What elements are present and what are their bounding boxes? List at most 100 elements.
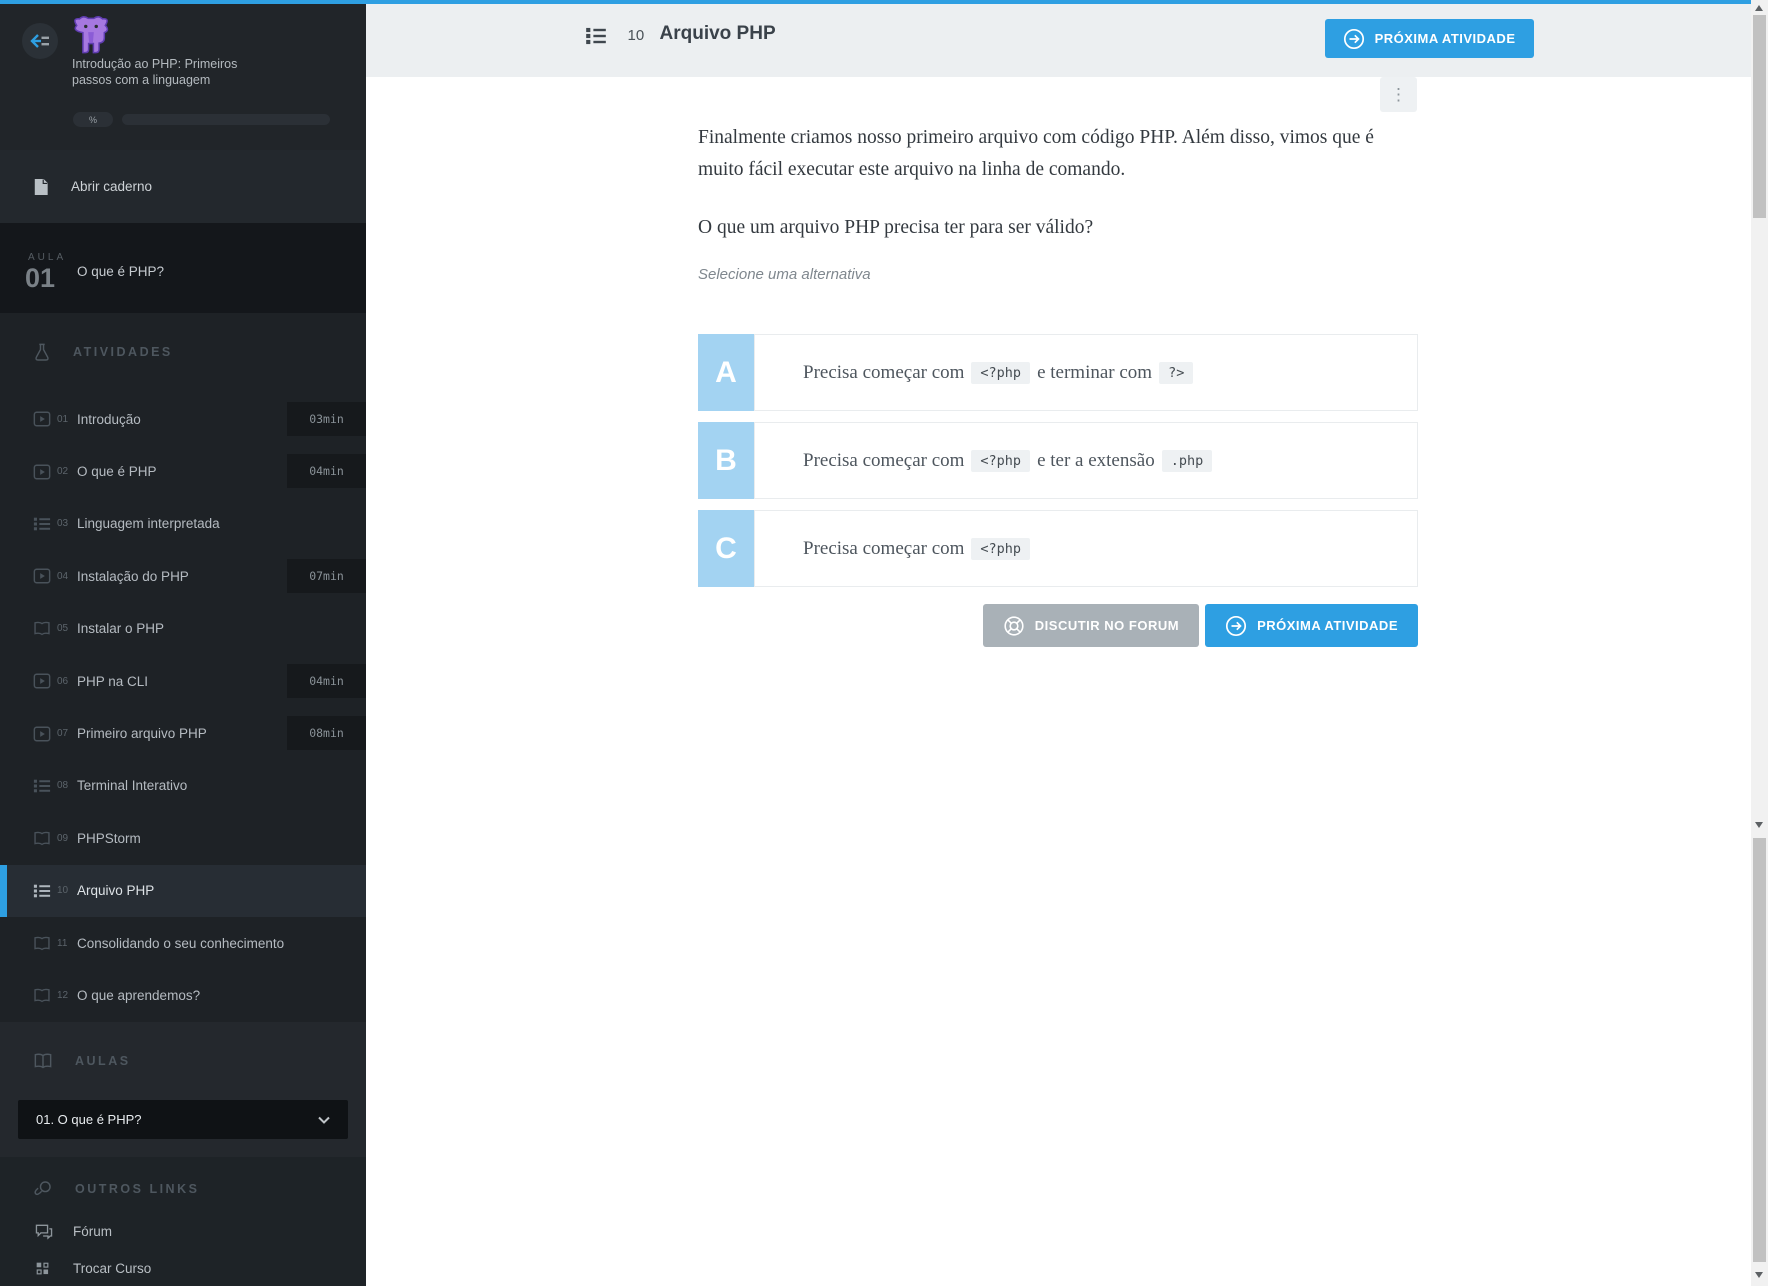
sidebar-activity-item[interactable]: 08 Terminal Interativo xyxy=(0,760,366,812)
activity-number: 06 xyxy=(57,675,69,687)
code-chip: <?php xyxy=(971,449,1031,472)
actions-row: DISCUTIR NO FORUM PRÓXIMA ATIVIDADE xyxy=(698,604,1418,647)
option-text: Precisa começar com xyxy=(803,537,965,559)
video-icon xyxy=(33,410,53,428)
activities-header-label: ATIVIDADES xyxy=(73,345,173,359)
book-icon xyxy=(33,830,53,847)
sidebar-item-open-notebook[interactable]: Abrir caderno xyxy=(0,150,366,223)
sidebar-activity-item[interactable]: 05 Instalar o PHP xyxy=(0,603,366,655)
progress-percent-badge: % xyxy=(73,112,113,127)
sidebar-activity-item[interactable]: 01 Introdução 03min xyxy=(0,393,366,445)
sidebar-activity-item[interactable]: 02 O que é PHP 04min xyxy=(0,445,366,497)
main-content: 10 Arquivo PHP PRÓXIMA ATIVIDADE ⋮ Final… xyxy=(366,0,1751,1286)
scroll-up-arrow[interactable] xyxy=(1755,5,1763,11)
question-intro-text: Finalmente criamos nosso primeiro arquiv… xyxy=(698,127,1374,180)
activity-label: O que aprendemos? xyxy=(77,987,201,1003)
lesson-number: 01 xyxy=(25,263,56,293)
sidebar-activity-item[interactable]: 10 Arquivo PHP xyxy=(0,864,366,918)
option-text: Precisa começar com xyxy=(803,361,965,383)
open-notebook-label: Abrir caderno xyxy=(71,179,153,194)
question-area: Finalmente criamos nosso primeiro arquiv… xyxy=(698,77,1418,647)
sidebar-activity-item[interactable]: 09 PHPStorm xyxy=(0,812,366,864)
sidebar-activity-item[interactable]: 03 Linguagem interpretada xyxy=(0,498,366,550)
video-icon xyxy=(33,672,53,690)
answer-option[interactable]: B Precisa começar com <?php e ter a extens… xyxy=(698,422,1418,499)
sidebar-activity-item[interactable]: 07 Primeiro arquivo PHP 08min xyxy=(0,707,366,759)
scrollbar-thumb[interactable] xyxy=(1753,838,1766,1262)
sidebar-activity-item[interactable]: 11 Consolidando o seu conhecimento xyxy=(0,917,366,969)
grid-icon xyxy=(35,1261,55,1276)
sidebar-activity-item[interactable]: 12 O que aprendemos? xyxy=(0,969,366,1021)
answer-option[interactable]: C Precisa começar com <?php xyxy=(698,510,1418,587)
list-icon xyxy=(33,882,53,900)
lesson-kicker: AULA xyxy=(28,252,67,263)
activity-duration-badge: 03min xyxy=(287,402,366,436)
activity-label: Introdução xyxy=(77,411,141,427)
list-icon xyxy=(33,777,53,795)
option-letter: A xyxy=(698,334,754,411)
chevron-down-icon xyxy=(318,1116,330,1124)
activity-header: 10 Arquivo PHP PRÓXIMA ATIVIDADE xyxy=(366,0,1751,77)
activity-label: Instalação do PHP xyxy=(77,568,189,584)
sidebar-activity-item[interactable]: 04 Instalação do PHP 07min xyxy=(0,550,366,602)
scroll-down-arrow[interactable] xyxy=(1755,1272,1763,1278)
collapse-sidebar-button[interactable] xyxy=(22,23,58,59)
flask-icon xyxy=(33,343,51,362)
book-icon xyxy=(33,935,53,952)
activity-number: 01 xyxy=(57,413,69,425)
php-elephant-logo xyxy=(70,15,112,55)
arrow-right-circle-icon xyxy=(1343,28,1365,50)
option-body: Precisa começar com <?php xyxy=(754,510,1418,587)
sidebar-item-switch-course[interactable]: Trocar Curso xyxy=(0,1252,366,1285)
lesson-select-value: 01. O que é PHP? xyxy=(36,1112,142,1127)
activity-label: Linguagem interpretada xyxy=(77,516,220,532)
activity-label: PHP na CLI xyxy=(77,673,149,689)
list-icon xyxy=(584,24,608,48)
option-text: e ter a extensão xyxy=(1037,449,1155,471)
chat-icon xyxy=(35,1224,55,1240)
option-letter: B xyxy=(698,422,754,499)
arrow-left-icon xyxy=(29,33,51,49)
question-text: O que um arquivo PHP precisa ter para se… xyxy=(698,217,1094,238)
activity-duration-badge: 08min xyxy=(287,716,366,751)
answer-option[interactable]: A Precisa começar com <?php e terminar com… xyxy=(698,334,1418,411)
app-window: Introdução ao PHP: Primeiros passos com … xyxy=(0,0,1768,1286)
activity-number: 03 xyxy=(57,518,69,530)
activity-number: 08 xyxy=(57,780,69,792)
list-icon xyxy=(33,515,53,533)
code-chip: ?> xyxy=(1159,361,1194,384)
lesson-title: O que é PHP? xyxy=(77,264,165,279)
code-chip: <?php xyxy=(971,537,1031,560)
scroll-down-arrow[interactable] xyxy=(1755,822,1763,828)
top-accent-bar xyxy=(0,0,1768,4)
activity-number: 09 xyxy=(57,832,69,844)
lifebuoy-icon xyxy=(1003,615,1025,637)
scrollbar-thumb[interactable] xyxy=(1753,15,1766,218)
lesson-select-dropdown[interactable]: 01. O que é PHP? xyxy=(18,1100,348,1139)
page-title: Arquivo PHP xyxy=(659,23,776,44)
option-body: Precisa começar com <?php e ter a extensão… xyxy=(754,422,1418,499)
activity-duration-badge: 04min xyxy=(287,663,366,698)
sidebar-activity-item[interactable]: 06 PHP na CLI 04min xyxy=(0,655,366,707)
aulas-section-header: AULAS xyxy=(0,1022,366,1086)
discuss-forum-button[interactable]: DISCUTIR NO FORUM xyxy=(982,604,1200,647)
scrollbar-track[interactable] xyxy=(1751,0,1768,1286)
document-icon xyxy=(33,178,49,196)
sidebar-item-forum[interactable]: Fórum xyxy=(0,1215,366,1248)
activity-label: Terminal Interativo xyxy=(77,778,188,794)
activity-number: 12 xyxy=(57,989,69,1001)
next-activity-button-bottom[interactable]: PRÓXIMA ATIVIDADE xyxy=(1205,604,1418,647)
option-text: Precisa começar com xyxy=(803,449,965,471)
activity-label: PHPStorm xyxy=(77,830,141,846)
next-activity-button-top[interactable]: PRÓXIMA ATIVIDADE xyxy=(1324,19,1534,58)
book-icon xyxy=(33,620,53,637)
activity-label: Instalar o PHP xyxy=(77,621,165,637)
next-activity-label: PRÓXIMA ATIVIDADE xyxy=(1257,618,1398,633)
option-text: e terminar com xyxy=(1037,361,1153,383)
activities-list: 01 Introdução 03min 02 O que é PHP 04min… xyxy=(0,393,366,1022)
other-links-header: OUTROS LINKS xyxy=(0,1157,366,1211)
video-icon xyxy=(33,567,53,585)
next-activity-label: PRÓXIMA ATIVIDADE xyxy=(1374,31,1516,46)
discuss-forum-label: DISCUTIR NO FORUM xyxy=(1034,618,1180,633)
other-links-section: OUTROS LINKS Fórum Trocar Curso xyxy=(0,1157,366,1286)
